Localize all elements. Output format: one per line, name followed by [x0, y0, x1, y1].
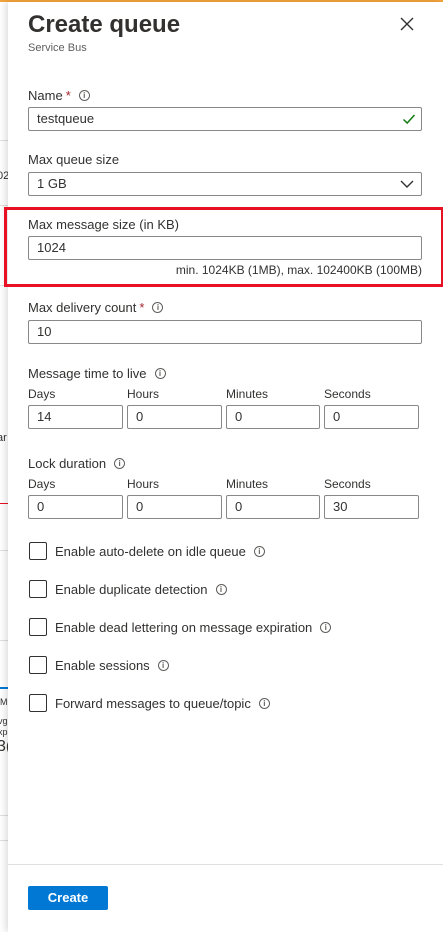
required-marker: *	[65, 88, 71, 103]
name-label: Name	[28, 88, 63, 103]
info-icon[interactable]: i	[258, 698, 270, 710]
message-ttl-label-row: Message time to live i	[28, 366, 166, 381]
name-input[interactable]: testqueue	[28, 107, 422, 131]
max-delivery-count-label-row: Max delivery count * i	[28, 300, 164, 315]
dead-lettering-checkbox[interactable]	[29, 618, 47, 636]
auto-delete-label-row: Enable auto-delete on idle queue i	[55, 544, 265, 559]
info-icon[interactable]: i	[215, 584, 227, 596]
dead-lettering-label-row: Enable dead lettering on message expirat…	[55, 620, 332, 635]
create-queue-panel: Create queue Service Bus Name * i testqueu…	[4, 2, 443, 932]
auto-delete-label: Enable auto-delete on idle queue	[55, 544, 246, 559]
ttl-seconds-value: 0	[333, 409, 341, 424]
max-delivery-count-value: 10	[37, 324, 52, 339]
ttl-seconds-label: Seconds	[324, 387, 371, 401]
max-delivery-count-input[interactable]: 10	[28, 320, 422, 344]
lock-duration-label-row: Lock duration i	[28, 456, 126, 471]
background-fragment: xp	[0, 727, 8, 737]
create-button[interactable]: Create	[28, 886, 108, 910]
info-icon[interactable]: i	[253, 546, 265, 558]
lock-minutes-label: Minutes	[226, 477, 269, 491]
info-icon[interactable]: i	[78, 90, 90, 102]
max-message-size-input[interactable]: 1024	[28, 236, 422, 260]
max-queue-size-value: 1 GB	[37, 176, 67, 191]
lock-hours-label: Hours	[127, 477, 160, 491]
ttl-seconds-input[interactable]: 0	[324, 405, 419, 429]
lock-seconds-value: 30	[333, 499, 348, 514]
ttl-days-value: 14	[37, 409, 52, 424]
auto-delete-checkbox[interactable]	[29, 542, 47, 560]
lock-minutes-input[interactable]: 0	[226, 495, 320, 519]
info-icon[interactable]: i	[157, 660, 169, 672]
info-icon[interactable]: i	[114, 458, 126, 470]
max-message-size-hint: min. 1024KB (1MB), max. 102400KB (100MB)	[175, 263, 422, 277]
panel-title: Create queue	[28, 11, 181, 38]
ttl-days-input[interactable]: 14	[28, 405, 123, 429]
lock-seconds-label: Seconds	[324, 477, 371, 491]
background-fragment: ar	[0, 432, 7, 444]
lock-days-input[interactable]: 0	[28, 495, 123, 519]
sessions-label-row: Enable sessions i	[55, 658, 169, 673]
close-icon	[400, 17, 414, 31]
lock-minutes-value: 0	[235, 499, 243, 514]
dead-lettering-label: Enable dead lettering on message expirat…	[55, 620, 313, 635]
max-queue-size-label: Max queue size	[28, 152, 120, 167]
lock-days-value: 0	[37, 499, 45, 514]
forward-messages-label: Forward messages to queue/topic	[55, 696, 251, 711]
checkmark-icon	[402, 114, 416, 125]
forward-messages-checkbox[interactable]	[29, 694, 47, 712]
ttl-minutes-input[interactable]: 0	[226, 405, 320, 429]
footer-divider	[8, 864, 443, 865]
ttl-hours-input[interactable]: 0	[127, 405, 222, 429]
close-button[interactable]	[397, 14, 417, 34]
ttl-hours-value: 0	[136, 409, 144, 424]
info-icon[interactable]: i	[154, 368, 166, 380]
name-label-row: Name * i	[28, 88, 90, 103]
ttl-hours-label: Hours	[127, 387, 160, 401]
duplicate-detection-label: Enable duplicate detection	[55, 582, 208, 597]
info-icon[interactable]: i	[152, 302, 164, 314]
lock-days-label: Days	[28, 477, 56, 491]
max-message-size-value: 1024	[37, 240, 66, 255]
lock-hours-input[interactable]: 0	[127, 495, 222, 519]
background-fragment: M	[0, 697, 8, 707]
info-icon[interactable]: i	[320, 622, 332, 634]
max-delivery-count-label: Max delivery count	[28, 300, 137, 315]
max-queue-size-dropdown[interactable]: 1 GB	[28, 172, 422, 196]
forward-messages-label-row: Forward messages to queue/topic i	[55, 696, 270, 711]
sessions-checkbox[interactable]	[29, 656, 47, 674]
lock-seconds-input[interactable]: 30	[324, 495, 419, 519]
background-fragment: vg	[0, 716, 8, 726]
chevron-down-icon	[400, 180, 414, 188]
ttl-minutes-value: 0	[235, 409, 243, 424]
sessions-label: Enable sessions	[55, 658, 150, 673]
required-marker: *	[139, 300, 145, 315]
max-message-size-label: Max message size (in KB)	[28, 217, 179, 232]
duplicate-detection-label-row: Enable duplicate detection i	[55, 582, 227, 597]
lock-duration-label: Lock duration	[28, 456, 107, 471]
lock-hours-value: 0	[136, 499, 144, 514]
message-ttl-label: Message time to live	[28, 366, 147, 381]
duplicate-detection-checkbox[interactable]	[29, 580, 47, 598]
name-input-value: testqueue	[37, 111, 95, 126]
ttl-minutes-label: Minutes	[226, 387, 269, 401]
panel-subtitle: Service Bus	[28, 42, 87, 54]
ttl-days-label: Days	[28, 387, 56, 401]
